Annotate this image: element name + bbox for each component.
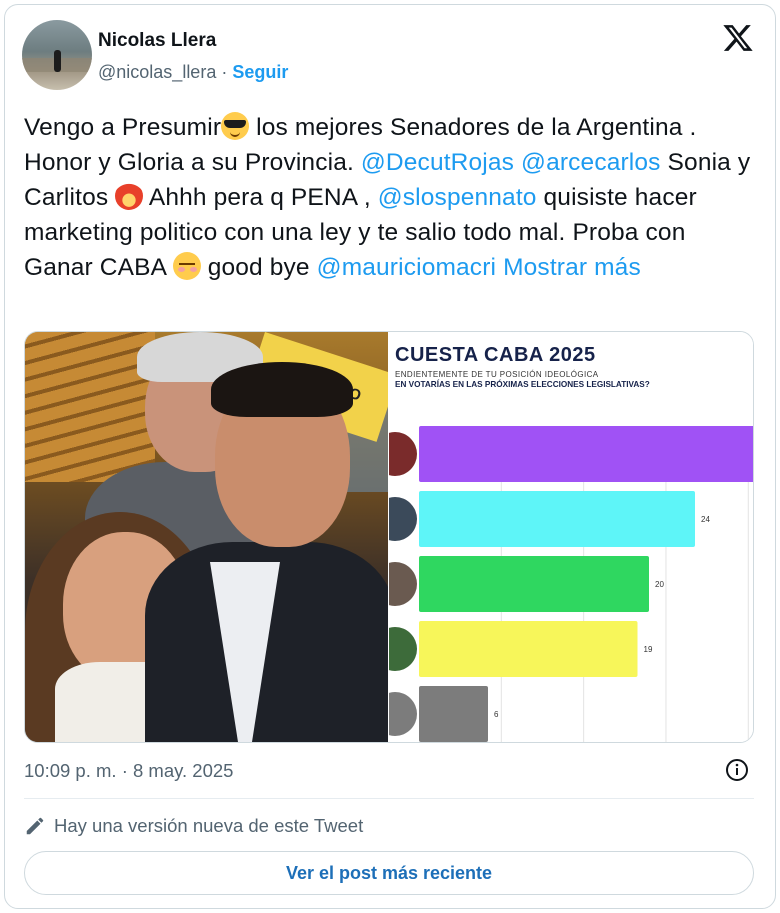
- author-name[interactable]: Nicolas Llera: [98, 30, 216, 52]
- info-icon[interactable]: [725, 758, 749, 782]
- mention-link[interactable]: @DecutRojas: [361, 149, 514, 176]
- follow-button[interactable]: Seguir: [232, 62, 288, 82]
- poll-bar: [419, 621, 638, 677]
- poll-candidate-avatar: [389, 432, 417, 476]
- poll-title: CUESTA CABA 2025: [395, 344, 596, 366]
- divider: [24, 798, 754, 799]
- tweet-text: Vengo a Presumir los mejores Senadores d…: [24, 110, 754, 285]
- selfie-photo[interactable]: CONSTITU: [25, 332, 388, 742]
- avatar-figure: [54, 50, 61, 72]
- tweet-text-segment: good bye: [200, 254, 317, 281]
- media-grid: CONSTITU 24 20 19 6 CUESTA CABA 2025 ENDIEN…: [24, 331, 754, 743]
- poll-bar-value-label: 24: [701, 515, 710, 524]
- poll-candidate-avatar: [389, 692, 417, 736]
- poll-subtitle-1: ENDIENTEMENTE DE TU POSICIÓN IDEOLÓGICA: [395, 370, 599, 379]
- show-more-link[interactable]: Mostrar más: [496, 254, 641, 281]
- tweet-text-segment: Ahhh pera q PENA ,: [143, 184, 378, 211]
- poll-candidate-avatar: [389, 497, 417, 541]
- poll-chart: 24 20 19 6: [389, 426, 753, 742]
- heart-on-fire-icon: [115, 182, 144, 210]
- photo-person-front-hair: [211, 362, 353, 417]
- poll-bar: [419, 686, 488, 742]
- poll-bar-value-label: 6: [494, 710, 499, 719]
- relieved-face-icon: [172, 252, 201, 280]
- mention-link[interactable]: @mauriciomacri: [317, 254, 496, 281]
- tweet-text-segment: [514, 149, 521, 176]
- photo-wall: [25, 332, 155, 482]
- tweet-text-segment: Vengo a Presumir: [24, 114, 222, 141]
- pencil-icon: [26, 817, 44, 835]
- poll-subtitle-2: EN VOTARÍAS EN LAS PRÓXIMAS ELECCIONES L…: [395, 380, 650, 389]
- author-handle[interactable]: @nicolas_llera: [98, 62, 216, 82]
- poll-bar-value-label: 20: [655, 580, 664, 589]
- handle-separator: ·: [216, 62, 233, 82]
- new-version-text: Hay una versión nueva de este Tweet: [54, 815, 364, 836]
- author-handle-row: @nicolas_llera · Seguir: [98, 62, 288, 83]
- poll-bar: [419, 491, 695, 547]
- new-version-notice: Hay una versión nueva de este Tweet: [24, 815, 363, 837]
- post-timestamp[interactable]: 10:09 p. m. · 8 may. 2025: [24, 760, 233, 782]
- poll-image[interactable]: 24 20 19 6 CUESTA CABA 2025 ENDIENTEMENTE D…: [389, 332, 753, 742]
- poll-candidate-avatar: [389, 627, 417, 671]
- x-logo-icon[interactable]: [722, 22, 754, 54]
- poll-candidate-avatar: [389, 562, 417, 606]
- poll-bar: [419, 426, 753, 482]
- mention-link[interactable]: @slospennato: [378, 184, 537, 211]
- avatar[interactable]: [22, 20, 92, 90]
- poll-bar: [419, 556, 649, 612]
- view-recent-post-button[interactable]: Ver el post más reciente: [24, 851, 754, 895]
- poll-bar-value-label: 19: [644, 645, 653, 654]
- mention-link[interactable]: @arcecarlos: [521, 149, 661, 176]
- smiling-face-with-sunglasses-icon: [221, 112, 250, 140]
